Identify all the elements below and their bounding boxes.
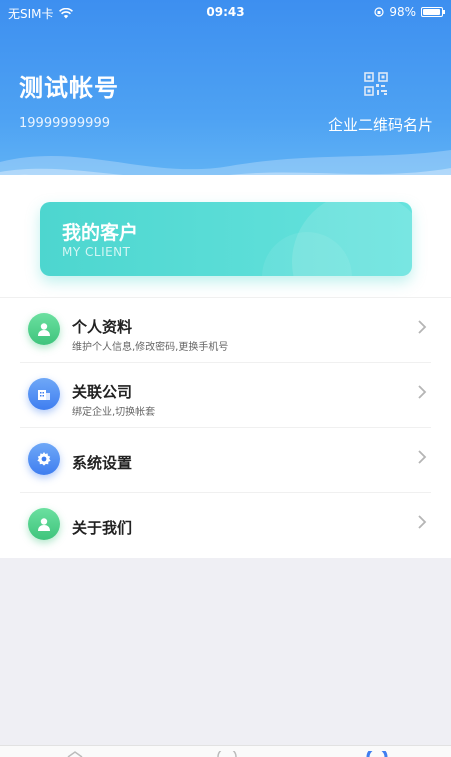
company-icon — [28, 378, 60, 410]
menu-item-title: 关联公司 — [72, 383, 133, 401]
person-icon — [28, 508, 60, 540]
tab-home-icon[interactable] — [60, 751, 90, 757]
menu-item-company[interactable]: 关联公司 绑定企业,切换帐套 — [0, 363, 451, 428]
menu-item-desc: 维护个人信息,修改密码,更换手机号 — [72, 342, 229, 353]
gear-icon — [28, 443, 60, 475]
account-phone: 19999999999 — [19, 116, 110, 131]
chevron-right-icon — [418, 320, 427, 334]
menu-item-title: 个人资料 — [72, 318, 133, 336]
menu-item-desc: 绑定企业,切换帐套 — [72, 407, 156, 418]
battery-percent: 98% — [389, 5, 416, 19]
status-bar: 无SIM卡 09:43 98% — [0, 0, 451, 24]
client-card-subtitle: MY CLIENT — [62, 245, 131, 259]
account-name: 测试帐号 — [19, 74, 119, 102]
tab-middle-icon[interactable] — [212, 751, 242, 757]
person-icon — [28, 313, 60, 345]
chevron-right-icon — [418, 385, 427, 399]
orientation-lock-icon — [374, 7, 384, 17]
menu-item-settings[interactable]: 系统设置 — [0, 428, 451, 493]
chevron-right-icon — [418, 515, 427, 529]
menu-item-title: 系统设置 — [72, 454, 133, 472]
content-panel: 我的客户 MY CLIENT 个人资料 维护个人信息,修改密码,更换手机号 关联… — [0, 175, 451, 558]
battery-icon — [421, 7, 445, 17]
qr-card-link[interactable]: 企业二维码名片 — [328, 114, 433, 135]
qr-code-icon[interactable] — [364, 72, 388, 96]
chevron-right-icon — [418, 450, 427, 464]
menu-item-profile[interactable]: 个人资料 维护个人信息,修改密码,更换手机号 — [0, 298, 451, 363]
status-right: 98% — [374, 5, 445, 19]
menu-item-about[interactable]: 关于我们 — [0, 493, 451, 558]
tab-mine-icon[interactable] — [362, 751, 392, 757]
client-card-title: 我的客户 — [62, 222, 139, 244]
menu-item-title: 关于我们 — [72, 519, 133, 537]
my-client-card[interactable]: 我的客户 MY CLIENT — [40, 202, 412, 276]
